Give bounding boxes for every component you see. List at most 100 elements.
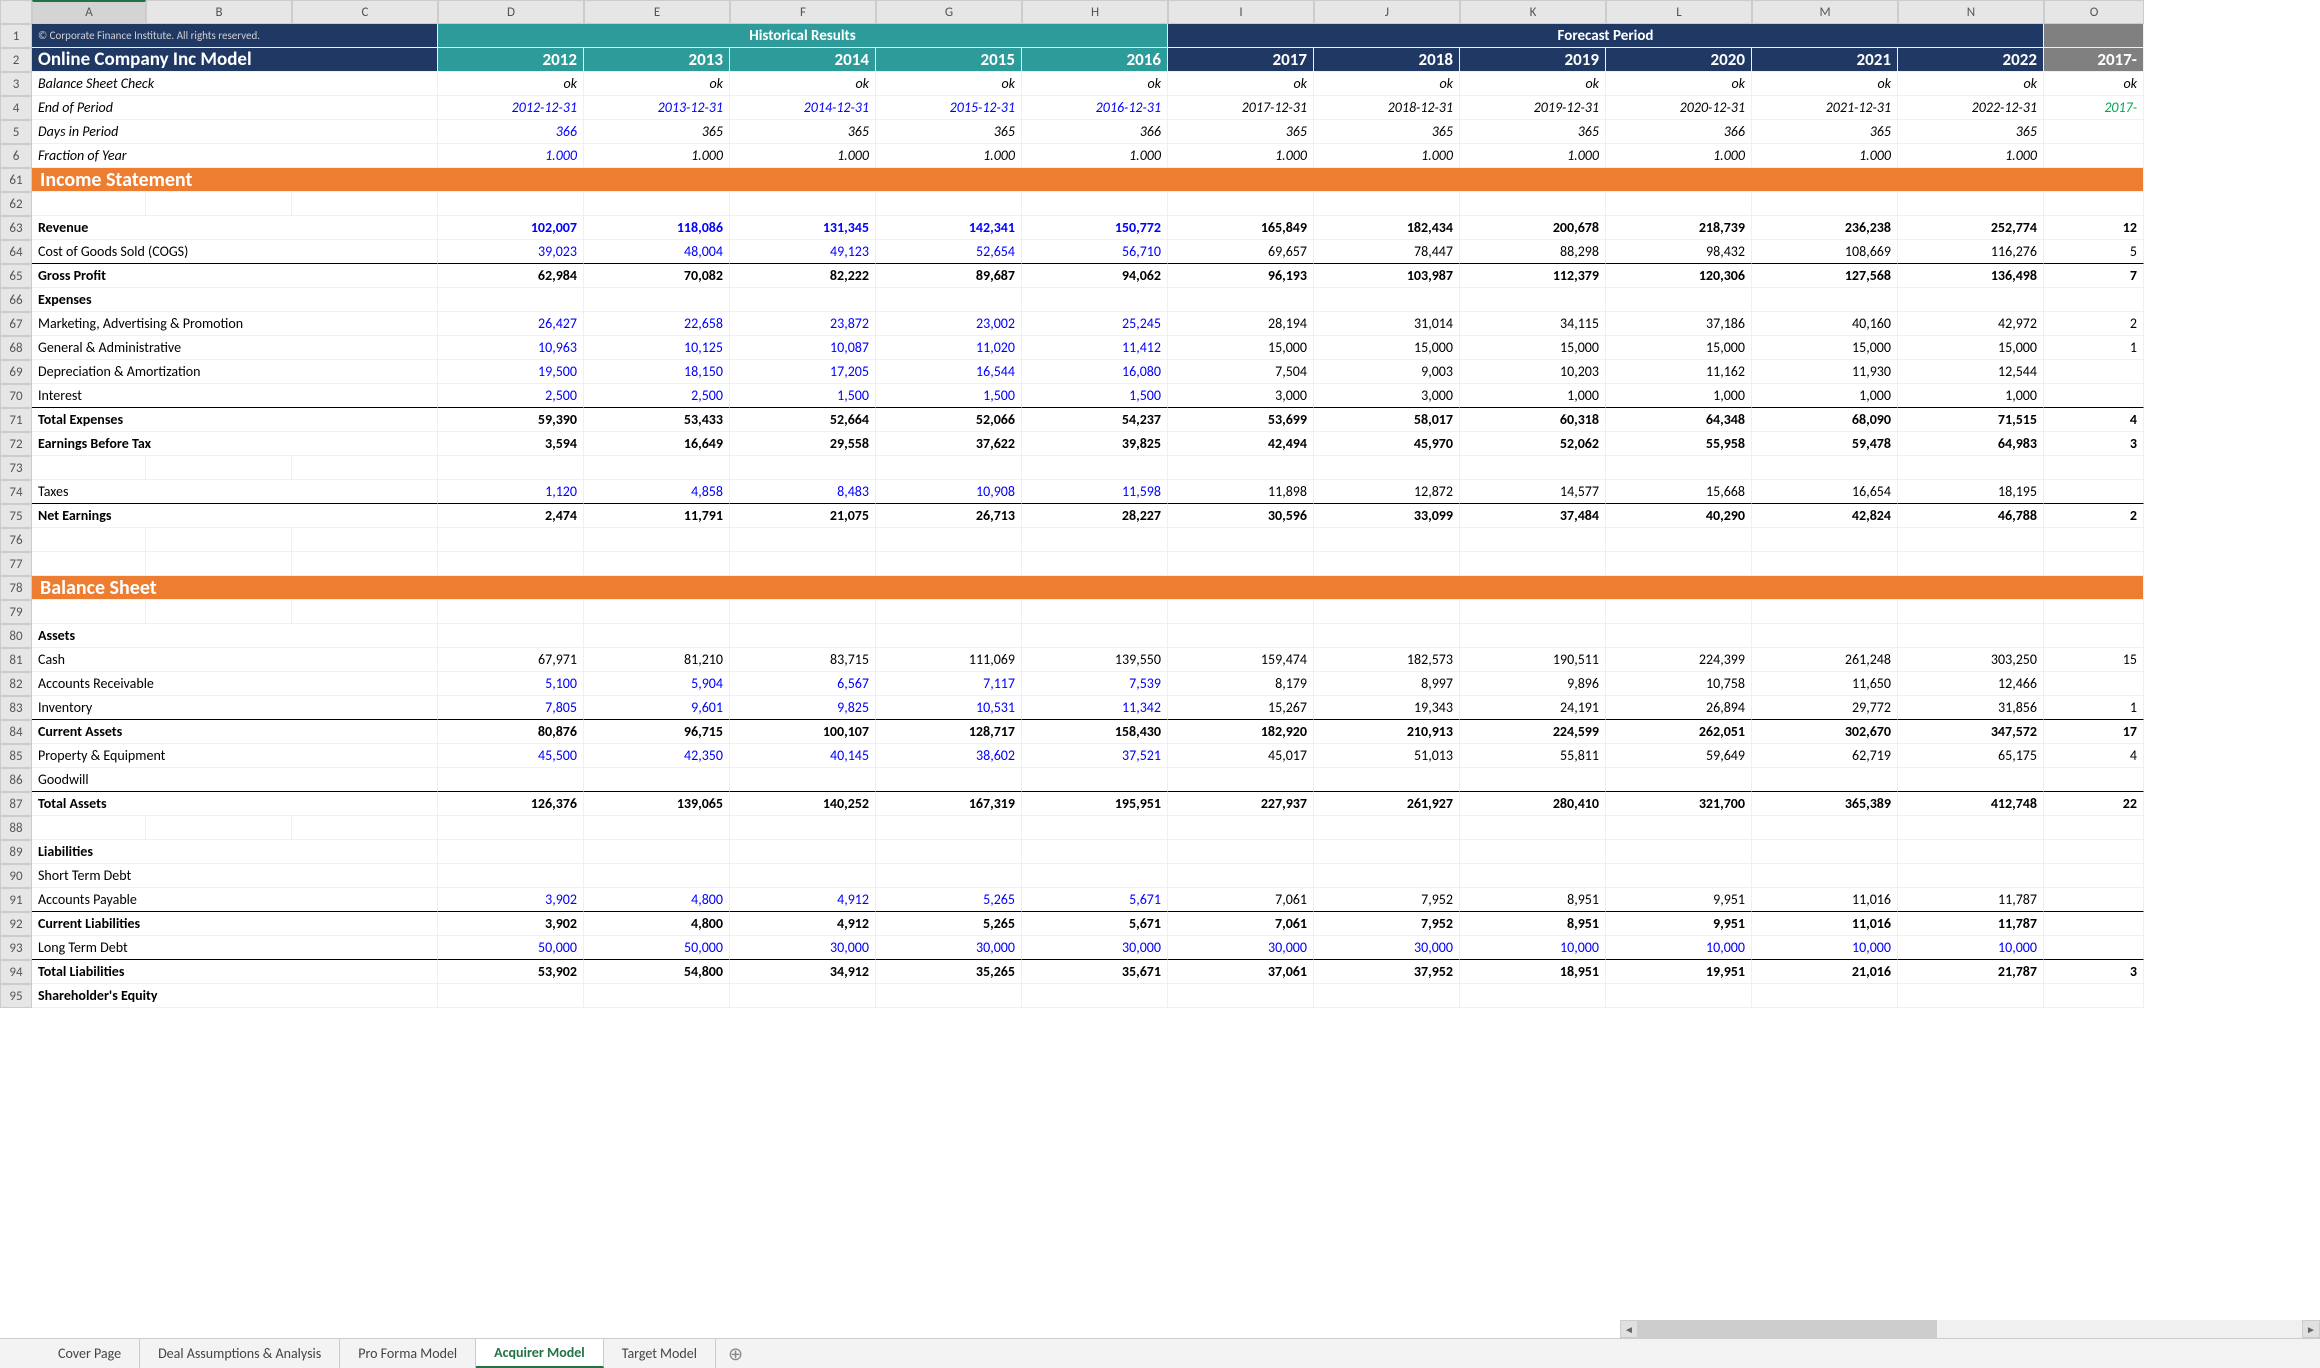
- val-ltd-3[interactable]: 30,000: [876, 936, 1022, 960]
- dip-6[interactable]: 365: [1314, 120, 1460, 144]
- val-ltd-6[interactable]: 30,000: [1314, 936, 1460, 960]
- val-da-4[interactable]: 16,080: [1022, 360, 1168, 384]
- val-ga-10[interactable]: 15,000: [1898, 336, 2044, 360]
- cell[interactable]: [1606, 552, 1752, 576]
- val-ltd-8[interactable]: 10,000: [1606, 936, 1752, 960]
- val-da-10[interactable]: 12,544: [1898, 360, 2044, 384]
- se-9[interactable]: [1752, 984, 1898, 1008]
- blank[interactable]: [1752, 840, 1898, 864]
- val-ga-3[interactable]: 11,020: [876, 336, 1022, 360]
- row-header-84[interactable]: 84: [0, 720, 32, 744]
- val-ga-0[interactable]: 10,963: [438, 336, 584, 360]
- blank[interactable]: [438, 624, 584, 648]
- val-inv-3[interactable]: 10,531: [876, 696, 1022, 720]
- row-header-82[interactable]: 82: [0, 672, 32, 696]
- row-header-90[interactable]: 90: [0, 864, 32, 888]
- eop-0[interactable]: 2012-12-31: [438, 96, 584, 120]
- cell[interactable]: [730, 552, 876, 576]
- std-6[interactable]: [1314, 864, 1460, 888]
- row-header-69[interactable]: 69: [0, 360, 32, 384]
- val-gp-4[interactable]: 94,062: [1022, 264, 1168, 288]
- val-ne-6[interactable]: 33,099: [1314, 504, 1460, 528]
- val-inv-9[interactable]: 29,772: [1752, 696, 1898, 720]
- blank[interactable]: [1606, 624, 1752, 648]
- val-ta-0[interactable]: 126,376: [438, 792, 584, 816]
- val-gp-1[interactable]: 70,082: [584, 264, 730, 288]
- val-ca-9[interactable]: 302,670: [1752, 720, 1898, 744]
- cell[interactable]: [438, 816, 584, 840]
- val-gp-5[interactable]: 96,193: [1168, 264, 1314, 288]
- cell[interactable]: [1022, 552, 1168, 576]
- val-rev-2[interactable]: 131,345: [730, 216, 876, 240]
- val-map-2[interactable]: 23,872: [730, 312, 876, 336]
- val-tax-0[interactable]: 1,120: [438, 480, 584, 504]
- val-ebt-9[interactable]: 59,478: [1752, 432, 1898, 456]
- val-ta-8[interactable]: 321,700: [1606, 792, 1752, 816]
- val-cash-2[interactable]: 83,715: [730, 648, 876, 672]
- blank[interactable]: [1752, 288, 1898, 312]
- val-cl-1[interactable]: 4,800: [584, 912, 730, 936]
- val-ga-9[interactable]: 15,000: [1752, 336, 1898, 360]
- val-ca-2[interactable]: 100,107: [730, 720, 876, 744]
- val-int-6[interactable]: 3,000: [1314, 384, 1460, 408]
- cell[interactable]: [584, 600, 730, 624]
- foy-4[interactable]: 1.000: [1022, 144, 1168, 168]
- val-inv-0[interactable]: 7,805: [438, 696, 584, 720]
- dip-8[interactable]: 366: [1606, 120, 1752, 144]
- val-pe-9[interactable]: 62,719: [1752, 744, 1898, 768]
- row-header-61[interactable]: 61: [0, 168, 32, 192]
- std-5[interactable]: [1168, 864, 1314, 888]
- val-ca-o[interactable]: 17: [2044, 720, 2144, 744]
- val-pe-0[interactable]: 45,500: [438, 744, 584, 768]
- label-tl[interactable]: Total Liabilities: [32, 960, 438, 984]
- gw-8[interactable]: [1606, 768, 1752, 792]
- scroll-right-button[interactable]: ►: [2302, 1320, 2320, 1338]
- val-ltd-10[interactable]: 10,000: [1898, 936, 2044, 960]
- val-map-3[interactable]: 23,002: [876, 312, 1022, 336]
- val-ar-8[interactable]: 10,758: [1606, 672, 1752, 696]
- val-ap-3[interactable]: 5,265: [876, 888, 1022, 912]
- val-rev-4[interactable]: 150,772: [1022, 216, 1168, 240]
- val-ar-1[interactable]: 5,904: [584, 672, 730, 696]
- val-cogs-1[interactable]: 48,004: [584, 240, 730, 264]
- val-tl-9[interactable]: 21,016: [1752, 960, 1898, 984]
- se-5[interactable]: [1168, 984, 1314, 1008]
- val-inv-6[interactable]: 19,343: [1314, 696, 1460, 720]
- year-2019[interactable]: 2019: [1460, 48, 1606, 72]
- row-header-77[interactable]: 77: [0, 552, 32, 576]
- blank[interactable]: [584, 624, 730, 648]
- val-gp-6[interactable]: 103,987: [1314, 264, 1460, 288]
- year-2017[interactable]: 2017: [1168, 48, 1314, 72]
- val-tax-7[interactable]: 14,577: [1460, 480, 1606, 504]
- val-ta-10[interactable]: 412,748: [1898, 792, 2044, 816]
- val-da-2[interactable]: 17,205: [730, 360, 876, 384]
- val-ar-9[interactable]: 11,650: [1752, 672, 1898, 696]
- label-ta[interactable]: Total Assets: [32, 792, 438, 816]
- cell[interactable]: [1752, 528, 1898, 552]
- dip-4[interactable]: 366: [1022, 120, 1168, 144]
- dip-7[interactable]: 365: [1460, 120, 1606, 144]
- foy-9[interactable]: 1.000: [1752, 144, 1898, 168]
- cell[interactable]: [2044, 552, 2144, 576]
- gw-5[interactable]: [1168, 768, 1314, 792]
- val-cl-5[interactable]: 7,061: [1168, 912, 1314, 936]
- val-inv-7[interactable]: 24,191: [1460, 696, 1606, 720]
- val-ebt-0[interactable]: 3,594: [438, 432, 584, 456]
- gw-6[interactable]: [1314, 768, 1460, 792]
- val-ebt-1[interactable]: 16,649: [584, 432, 730, 456]
- cell[interactable]: [146, 552, 292, 576]
- val-ta-2[interactable]: 140,252: [730, 792, 876, 816]
- val-rev-o[interactable]: 12: [2044, 216, 2144, 240]
- val-rev-5[interactable]: 165,849: [1168, 216, 1314, 240]
- year-2022[interactable]: 2022: [1898, 48, 2044, 72]
- label-eop[interactable]: End of Period: [32, 96, 438, 120]
- label-inv[interactable]: Inventory: [32, 696, 438, 720]
- val-inv-2[interactable]: 9,825: [730, 696, 876, 720]
- sheet-tab-deal-assumptions-analysis[interactable]: Deal Assumptions & Analysis: [140, 1339, 340, 1368]
- cell[interactable]: [1168, 192, 1314, 216]
- col-header-C[interactable]: C: [292, 0, 438, 24]
- blank[interactable]: [1022, 840, 1168, 864]
- val-ca-5[interactable]: 182,920: [1168, 720, 1314, 744]
- cell[interactable]: [146, 192, 292, 216]
- blank[interactable]: [1460, 840, 1606, 864]
